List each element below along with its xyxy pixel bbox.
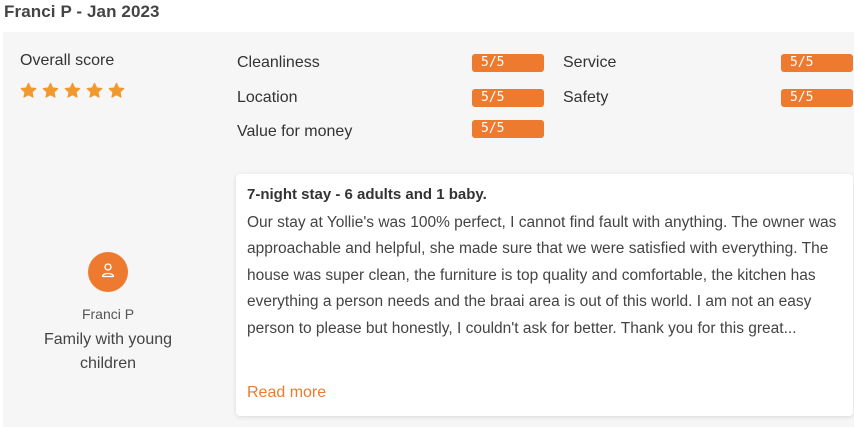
review-title: Franci P - Jan 2023 bbox=[4, 2, 160, 21]
reviewer-name: Franci P bbox=[81, 306, 135, 322]
rating-badge-value-for-money: 5/5 bbox=[472, 120, 544, 138]
rating-label-safety: Safety bbox=[563, 89, 609, 106]
rating-badge-cleanliness: 5/5 bbox=[472, 54, 544, 72]
avatar bbox=[88, 252, 128, 292]
review-card: 7-night stay - 6 adults and 1 baby. Our … bbox=[236, 174, 853, 416]
star-icon bbox=[108, 82, 125, 98]
star-icon bbox=[86, 82, 103, 98]
rating-badge-service: 5/5 bbox=[781, 54, 853, 72]
read-more-link[interactable]: Read more bbox=[247, 384, 326, 402]
rating-label-cleanliness: Cleanliness bbox=[237, 54, 320, 71]
star-icon bbox=[42, 82, 59, 98]
review-heading: 7-night stay - 6 adults and 1 baby. bbox=[247, 186, 487, 203]
overall-score-label: Overall score bbox=[20, 52, 115, 69]
star-icon bbox=[64, 82, 81, 98]
rating-label-service: Service bbox=[563, 54, 617, 71]
rating-label-location: Location bbox=[237, 89, 298, 106]
rating-badge-safety: 5/5 bbox=[781, 89, 853, 107]
review-text: Our stay at Yollie's was 100% perfect, I… bbox=[247, 214, 837, 337]
rating-label-value-for-money: Value for money bbox=[237, 123, 353, 140]
star-icon bbox=[20, 82, 37, 98]
rating-badge-location: 5/5 bbox=[472, 89, 544, 107]
star-rating bbox=[20, 82, 125, 99]
reviewer-type: Family with young children bbox=[43, 331, 173, 372]
user-icon bbox=[100, 262, 116, 283]
